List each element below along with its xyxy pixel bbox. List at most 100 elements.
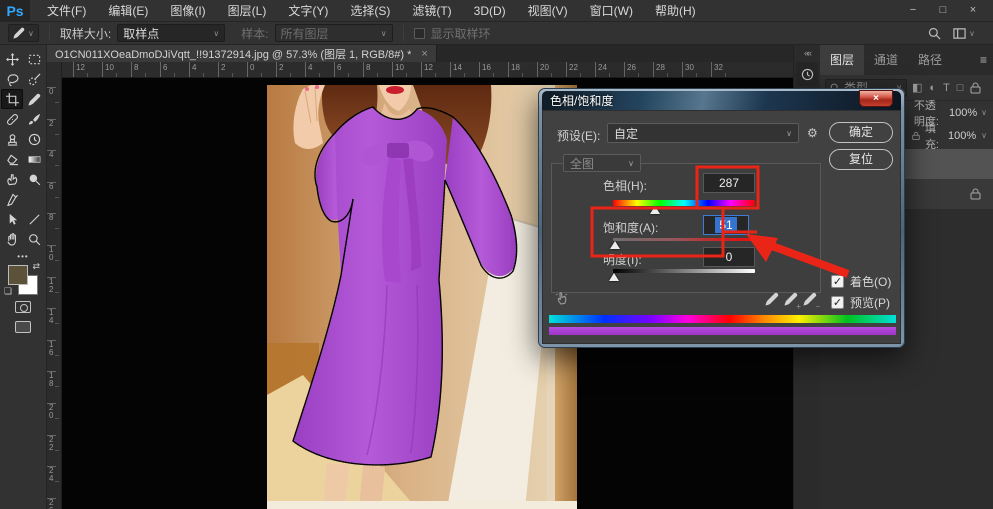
hue-value-input[interactable]: 287 (703, 173, 755, 193)
saturation-value-input[interactable]: 51 (703, 215, 749, 235)
ruler-tick: 6 (160, 62, 189, 77)
targeted-adjustment-icon[interactable] (555, 291, 569, 308)
menu-item[interactable]: 滤镜(T) (401, 0, 462, 22)
tool-icon (28, 133, 41, 146)
filter-type-icon[interactable]: T (943, 82, 950, 94)
edit-toolbar-button[interactable]: ••• (0, 252, 46, 261)
tab-layers[interactable]: 图层 (820, 45, 864, 75)
tool-button[interactable] (1, 229, 23, 249)
active-tool-badge[interactable]: ∨ (8, 24, 39, 42)
tool-button[interactable] (1, 109, 23, 129)
fill-value[interactable]: 100% (948, 130, 976, 142)
menu-item[interactable]: 编辑(E) (97, 0, 159, 22)
lightness-slider[interactable] (613, 269, 755, 273)
close-tab-icon[interactable]: × (421, 48, 427, 60)
preset-select[interactable]: 自定 ∨ (607, 123, 799, 143)
document-tab-bar: O1CN011XOeaDmoDJiVqtt_!!91372914.jpg @ 5… (47, 45, 793, 62)
close-button[interactable]: × (959, 3, 987, 19)
tool-button[interactable] (23, 89, 45, 109)
tool-button[interactable] (23, 169, 45, 189)
hue-slider-thumb[interactable] (650, 206, 660, 214)
menu-item[interactable]: 选择(S) (339, 0, 401, 22)
tool-button[interactable] (23, 209, 45, 229)
workspace-icon (953, 27, 966, 40)
menu-item[interactable]: 图层(L) (217, 0, 278, 22)
tool-button[interactable] (1, 69, 23, 89)
filter-smart-object-icon[interactable] (970, 82, 981, 94)
eyedropper-icon[interactable] (765, 292, 779, 309)
hue-slider[interactable] (613, 200, 755, 206)
tool-button[interactable] (23, 149, 45, 169)
filter-shape-icon[interactable]: □ (957, 82, 964, 94)
menu-item[interactable]: 帮助(H) (644, 0, 707, 22)
ruler-tick: 32 (711, 62, 740, 77)
vertical-ruler[interactable]: 02468101214161820222426 (47, 78, 62, 509)
tab-channels[interactable]: 通道 (864, 45, 908, 75)
dialog-title: 色相/饱和度 (550, 92, 613, 109)
lightness-value-input[interactable]: 0 (703, 247, 755, 267)
restore-button[interactable]: □ (929, 3, 957, 19)
horizontal-ruler[interactable]: 1210864202468101214161820222426283032 (47, 62, 793, 78)
dialog-close-button[interactable]: × (859, 90, 893, 107)
tab-paths[interactable]: 路径 (908, 45, 952, 75)
preview-checkbox[interactable]: ✓ 预览(P) (831, 294, 890, 311)
workspace-switcher[interactable]: ∨ (953, 27, 975, 40)
tool-button[interactable] (1, 189, 23, 209)
ruler-tick: 8 (363, 62, 392, 77)
tool-button[interactable] (1, 169, 23, 189)
screen-mode-button[interactable] (15, 321, 31, 333)
photo-image[interactable] (267, 85, 577, 509)
tool-button[interactable] (1, 89, 23, 109)
search-icon[interactable] (928, 27, 941, 40)
menu-item[interactable]: 文字(Y) (277, 0, 339, 22)
document-tab[interactable]: O1CN011XOeaDmoDJiVqtt_!!91372914.jpg @ 5… (47, 45, 437, 62)
history-panel-icon[interactable] (796, 62, 818, 86)
opacity-value[interactable]: 100% (949, 107, 977, 119)
tool-button[interactable] (23, 129, 45, 149)
tool-button[interactable] (23, 229, 45, 249)
panel-menu-icon[interactable]: ≡ (980, 53, 993, 67)
saturation-slider[interactable] (613, 238, 755, 241)
saturation-slider-thumb[interactable] (610, 241, 620, 249)
tool-button[interactable] (1, 209, 23, 229)
filter-adjustment-icon[interactable]: ◐ (929, 82, 936, 94)
sample-size-select[interactable]: 取样点 ∨ (117, 24, 225, 42)
reset-button[interactable]: 复位 (829, 149, 893, 170)
menu-item[interactable]: 窗口(W) (579, 0, 644, 22)
tool-button[interactable] (23, 49, 45, 69)
lightness-slider-thumb[interactable] (609, 273, 619, 281)
menu-item[interactable]: 文件(F) (36, 0, 97, 22)
tool-button[interactable] (1, 149, 23, 169)
tool-button[interactable] (23, 189, 45, 209)
ruler-tick: 30 (682, 62, 711, 77)
default-colors-icon[interactable]: ❏ (4, 286, 12, 297)
hue-saturation-dialog[interactable]: 色相/饱和度 × 预设(E): 自定 ∨ ⚙ 确定 复位 全图 ∨ 色相(H):… (538, 88, 905, 348)
swap-colors-icon[interactable]: ⇄ (32, 261, 40, 272)
window-controls: − □ × (899, 3, 993, 19)
eyedropper-plus-icon[interactable]: + (784, 292, 798, 309)
tool-button[interactable] (1, 129, 23, 149)
divider (403, 25, 404, 41)
ok-button[interactable]: 确定 (829, 122, 893, 143)
filter-pixel-icon[interactable]: ◧ (912, 81, 922, 94)
quick-mask-button[interactable] (15, 301, 31, 313)
document-title: O1CN011XOeaDmoDJiVqtt_!!91372914.jpg @ 5… (55, 46, 411, 62)
dialog-titlebar[interactable]: 色相/饱和度 × (542, 91, 901, 110)
tool-button[interactable] (23, 109, 45, 129)
menu-item[interactable]: 图像(I) (159, 0, 216, 22)
colorize-checkbox[interactable]: ✓ 着色(O) (831, 273, 891, 290)
minimize-button[interactable]: − (899, 3, 927, 19)
menu-item[interactable]: 视图(V) (517, 0, 579, 22)
gear-icon[interactable]: ⚙ (807, 126, 818, 140)
dialog-body: 预设(E): 自定 ∨ ⚙ 确定 复位 全图 ∨ 色相(H): 287 饱和度(… (542, 110, 901, 344)
tool-button[interactable] (23, 69, 45, 89)
tools-panel: ••• ⇄ ❏ (0, 45, 47, 509)
eyedropper-minus-icon[interactable]: − (803, 292, 817, 309)
expand-panels-icon[interactable]: «« (794, 45, 820, 62)
lock-icon[interactable] (912, 130, 920, 142)
menu-item[interactable]: 3D(D) (463, 0, 517, 22)
foreground-color-swatch[interactable] (8, 265, 28, 285)
ruler-tick: 2 (218, 62, 247, 77)
channel-select[interactable]: 全图 ∨ (563, 154, 641, 172)
tool-button[interactable] (1, 49, 23, 69)
